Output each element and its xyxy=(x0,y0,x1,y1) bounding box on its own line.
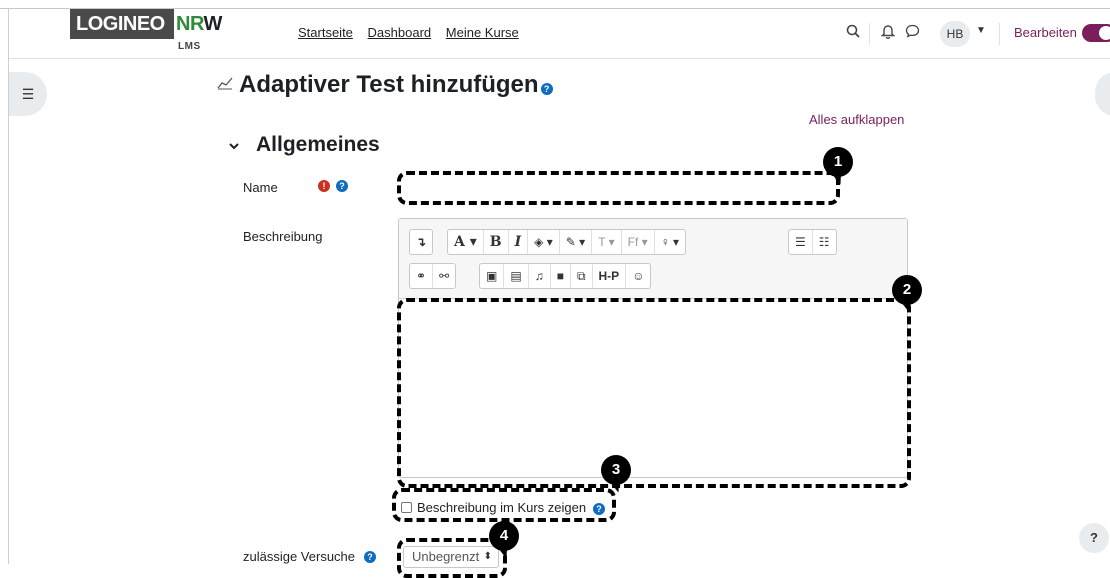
font-family-button[interactable]: Ff ▾ xyxy=(622,230,655,254)
window-top-edge xyxy=(0,0,1110,9)
show-description-label: Beschreibung im Kurs zeigen xyxy=(417,500,587,515)
description-label: Beschreibung xyxy=(243,229,323,244)
background-color-button[interactable]: ✎ ▾ xyxy=(560,230,593,254)
annotation-marker-1: 1 xyxy=(823,147,853,187)
marker-number: 3 xyxy=(601,455,631,485)
help-icon[interactable]: ? xyxy=(540,83,553,95)
marker-number: 2 xyxy=(892,275,922,305)
text-style-button[interactable]: T ▾ xyxy=(592,230,622,254)
unlink-button[interactable]: ⚯ xyxy=(433,264,455,288)
name-label: Name xyxy=(243,180,278,195)
bell-icon[interactable] xyxy=(880,24,896,43)
editor-toolbar: ↴ A ▾ B I ◈ ▾ ✎ ▾ T ▾ Ff ▾ ♀ ▾ ☰ ☷ ⚭ ⚯ ▣… xyxy=(399,219,907,299)
emoji-button[interactable]: ☺ xyxy=(626,264,650,288)
media-button[interactable]: ▤ xyxy=(504,264,529,288)
attempts-select-value: Unbegrenzt xyxy=(412,549,480,564)
search-icon[interactable] xyxy=(846,24,860,42)
edit-mode-label: Bearbeiten xyxy=(1014,25,1077,40)
description-editor: ↴ A ▾ B I ◈ ▾ ✎ ▾ T ▾ Ff ▾ ♀ ▾ ☰ ☷ ⚭ ⚯ ▣… xyxy=(398,218,908,478)
text-color-button[interactable]: ◈ ▾ xyxy=(528,230,560,254)
attempts-select[interactable]: Unbegrenzt ⬍ xyxy=(403,546,499,568)
marker-number: 1 xyxy=(823,147,853,177)
page-title: Adaptiver Test hinzufügen xyxy=(239,71,539,98)
toolbar-group-lists: ☰ ☷ xyxy=(788,229,837,255)
help-footer-button[interactable]: ? xyxy=(1079,523,1109,553)
nav-link-meine-kurse[interactable]: Meine Kurse xyxy=(446,25,519,40)
toolbar-group-toggle: ↴ xyxy=(409,229,434,255)
manage-files-button[interactable]: ⧉ xyxy=(571,264,593,288)
adaptive-quiz-icon xyxy=(217,76,233,95)
help-icon[interactable]: ? xyxy=(336,180,348,192)
edit-mode-toggle[interactable] xyxy=(1082,24,1110,42)
annotation-marker-3: 3 xyxy=(601,455,631,495)
block-drawer-button[interactable] xyxy=(1095,72,1110,116)
user-avatar[interactable]: HB xyxy=(940,21,970,47)
ordered-list-button[interactable]: ☷ xyxy=(813,230,836,254)
italic-button[interactable]: I xyxy=(509,230,529,254)
logo-lms: LMS xyxy=(178,41,201,52)
top-navbar: LOGINEO NRW LMS Startseite Dashboard Mei… xyxy=(9,9,1110,59)
unordered-list-button[interactable]: ☰ xyxy=(789,230,813,254)
show-description-checkbox[interactable] xyxy=(401,502,412,513)
show-more-buttons-icon[interactable]: ↴ xyxy=(410,230,432,254)
logineo-logo[interactable]: LOGINEO NRW LMS xyxy=(66,9,232,57)
editor-content-area[interactable] xyxy=(399,300,907,477)
navbar-divider xyxy=(999,23,1000,45)
h5p-button[interactable]: H-P xyxy=(593,264,627,288)
nav-link-startseite[interactable]: Startseite xyxy=(298,25,353,40)
link-button[interactable]: ⚭ xyxy=(410,264,434,288)
list-icon: ☰ xyxy=(21,86,35,102)
course-index-drawer-button[interactable]: ☰ xyxy=(9,72,47,116)
chat-bubble-icon[interactable] xyxy=(905,24,920,42)
bold-button[interactable]: B xyxy=(484,230,509,254)
record-video-button[interactable]: ■ xyxy=(551,264,571,288)
help-icon[interactable]: ? xyxy=(364,551,376,563)
attempts-label: zulässige Versuche xyxy=(243,549,356,564)
toolbar-group-links: ⚭ ⚯ xyxy=(409,263,457,289)
navbar-divider xyxy=(869,23,870,45)
name-input[interactable] xyxy=(405,176,830,202)
chevron-down-icon[interactable]: ▼ xyxy=(976,25,986,36)
accessibility-button[interactable]: ♀ ▾ xyxy=(655,230,685,254)
primary-navigation: Startseite Dashboard Meine Kurse xyxy=(298,25,530,40)
page-heading: Adaptiver Test hinzufügen ? xyxy=(217,71,553,99)
marker-number: 4 xyxy=(489,521,519,551)
font-size-button[interactable]: A ▾ xyxy=(448,230,484,254)
chevron-down-icon[interactable] xyxy=(228,138,240,154)
toolbar-group-media: ▣ ▤ ♫ ■ ⧉ H-P ☺ xyxy=(479,263,652,289)
toggle-knob xyxy=(1099,26,1110,40)
section-title-allgemeines[interactable]: Allgemeines xyxy=(256,133,380,157)
annotation-marker-2: 2 xyxy=(892,275,922,315)
record-audio-button[interactable]: ♫ xyxy=(529,264,551,288)
required-icon: ! xyxy=(318,180,330,192)
nav-link-dashboard[interactable]: Dashboard xyxy=(368,25,432,40)
annotation-marker-4: 4 xyxy=(489,521,519,561)
logo-brand: LOGINEO xyxy=(70,9,174,39)
logo-nrw: NRW xyxy=(176,13,222,35)
image-button[interactable]: ▣ xyxy=(480,264,505,288)
expand-all-link[interactable]: Alles aufklappen xyxy=(809,112,904,127)
help-icon[interactable]: ? xyxy=(593,503,605,515)
toolbar-group-format: A ▾ B I ◈ ▾ ✎ ▾ T ▾ Ff ▾ ♀ ▾ xyxy=(447,229,687,255)
